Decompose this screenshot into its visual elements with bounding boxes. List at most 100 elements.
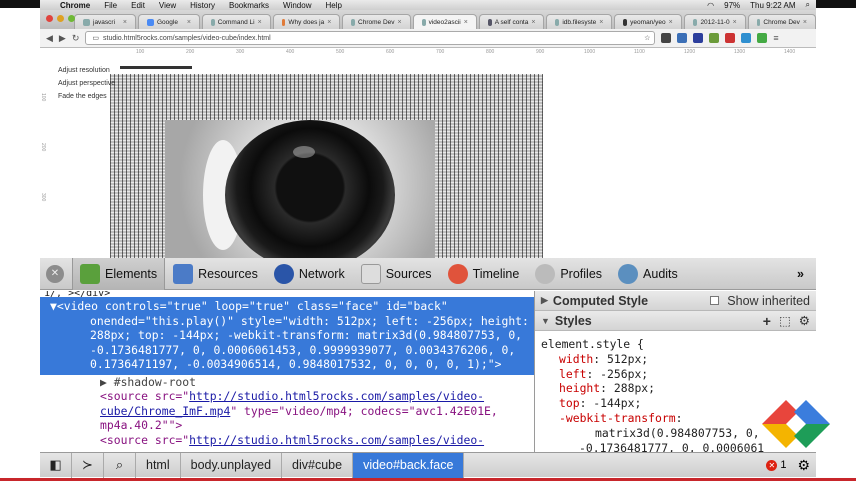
- video-back-face[interactable]: [165, 120, 435, 258]
- menu-bookmarks[interactable]: Bookmarks: [229, 1, 269, 10]
- audits-icon: [618, 263, 639, 284]
- tab-network[interactable]: Network: [266, 258, 353, 290]
- bookmark-star-icon[interactable]: ☆: [644, 34, 650, 42]
- tab-label: Chrome Dev: [763, 18, 800, 26]
- tab-label: video2ascii: [428, 18, 461, 26]
- browser-tab[interactable]: Why does ja ×: [272, 14, 341, 29]
- network-icon: [273, 263, 294, 284]
- breadcrumb-div-cube[interactable]: div#cube: [282, 452, 354, 478]
- extension-icon[interactable]: [693, 33, 704, 43]
- minimize-window-icon[interactable]: [57, 15, 64, 22]
- close-tab-icon[interactable]: ×: [464, 19, 468, 26]
- close-window-icon[interactable]: [46, 15, 53, 22]
- menu-icon[interactable]: ≡: [773, 33, 778, 43]
- browser-tab[interactable]: 2012-11-0 ×: [683, 14, 746, 29]
- breadcrumb-body[interactable]: body.unplayed: [181, 452, 283, 478]
- breadcrumb-video[interactable]: video#back.face: [353, 452, 465, 478]
- control-resolution-label: Adjust resolution: [58, 67, 110, 74]
- address-bar[interactable]: ▭ studio.html5rocks.com/samples/video-cu…: [85, 31, 656, 45]
- extension-icon[interactable]: [677, 33, 688, 43]
- browser-tab[interactable]: Command Li ×: [202, 14, 271, 29]
- dock-toggle-icon[interactable]: ◧: [40, 452, 72, 478]
- tab-sources[interactable]: Sources: [353, 258, 440, 290]
- dom-node-source[interactable]: <source src="http://studio.html5rocks.co…: [40, 389, 534, 433]
- close-tab-icon[interactable]: ×: [258, 19, 262, 26]
- browser-tab[interactable]: javascri ×: [74, 14, 136, 29]
- style-property[interactable]: width: 512px;: [541, 352, 816, 367]
- dom-node-selected[interactable]: ▼<video controls="true" loop="true" clas…: [40, 297, 534, 375]
- tab-profiles[interactable]: Profiles: [527, 258, 610, 290]
- inspect-search-icon[interactable]: ⌕: [104, 452, 136, 478]
- dom-shadow-root[interactable]: ▶ #shadow-root: [40, 375, 534, 390]
- menu-window[interactable]: Window: [283, 1, 311, 10]
- browser-tab[interactable]: idb.filesyste ×: [546, 14, 613, 29]
- menu-edit[interactable]: Edit: [131, 1, 145, 10]
- spotlight-icon[interactable]: ⌕: [806, 0, 810, 10]
- computed-style-header[interactable]: ▶ Computed Style Show inherited: [535, 291, 816, 311]
- property-value[interactable]: -144px;: [593, 396, 641, 410]
- close-tab-icon[interactable]: ×: [669, 19, 673, 26]
- menu-history[interactable]: History: [190, 1, 215, 10]
- back-icon[interactable]: ◀: [46, 33, 53, 44]
- dom-node-source[interactable]: <source src="http://studio.html5rocks.co…: [40, 433, 534, 448]
- tab-resources[interactable]: Resources: [165, 258, 266, 290]
- close-tab-icon[interactable]: ×: [123, 19, 127, 26]
- menu-file[interactable]: File: [104, 1, 117, 10]
- settings-gear-icon[interactable]: ⚙: [799, 313, 810, 328]
- breadcrumb-html[interactable]: html: [136, 452, 181, 478]
- wifi-icon[interactable]: ◠: [707, 1, 714, 10]
- reload-icon[interactable]: ↻: [72, 33, 80, 44]
- browser-tab-active[interactable]: video2ascii ×: [412, 14, 477, 29]
- show-inherited-label: Show inherited: [727, 293, 810, 308]
- source-url-link[interactable]: http://studio.html5rocks.com/samples/vid…: [189, 433, 484, 447]
- close-tab-icon[interactable]: ×: [599, 19, 603, 26]
- expand-icon[interactable]: ▶: [541, 295, 548, 306]
- extension-icon[interactable]: [757, 33, 768, 43]
- console-toggle-icon[interactable]: ≻: [72, 452, 104, 478]
- clock[interactable]: Thu 9:22 AM: [750, 1, 795, 10]
- property-name: height: [559, 381, 601, 396]
- ascii-video-cube[interactable]: [110, 74, 543, 258]
- browser-tab[interactable]: A self conta ×: [478, 14, 545, 29]
- tab-elements[interactable]: Elements: [72, 257, 166, 290]
- show-inherited-toggle[interactable]: Show inherited: [710, 294, 810, 308]
- extension-icon[interactable]: [709, 33, 720, 43]
- add-rule-icon[interactable]: +: [763, 313, 771, 329]
- close-tab-icon[interactable]: ×: [327, 19, 331, 26]
- close-tab-icon[interactable]: ×: [803, 19, 807, 26]
- close-tab-icon[interactable]: ×: [398, 19, 402, 26]
- tab-audits[interactable]: Audits: [610, 258, 686, 290]
- extension-icon[interactable]: [741, 33, 752, 43]
- close-tab-icon[interactable]: ×: [531, 19, 535, 26]
- favicon-icon: [211, 18, 215, 26]
- tab-timeline[interactable]: Timeline: [440, 258, 528, 290]
- zoom-window-icon[interactable]: [68, 15, 75, 22]
- menu-view[interactable]: View: [159, 1, 176, 10]
- screen-frame: Chrome File Edit View History Bookmarks …: [0, 0, 856, 481]
- battery-level[interactable]: 97%: [724, 1, 740, 10]
- resolution-slider[interactable]: [120, 66, 192, 69]
- show-inherited-checkbox[interactable]: [710, 296, 720, 305]
- close-tab-icon[interactable]: ×: [187, 19, 191, 26]
- menubar-app-name[interactable]: Chrome: [60, 1, 90, 10]
- browser-tab[interactable]: Chrome Dev ×: [342, 14, 411, 29]
- collapse-icon[interactable]: ▼: [541, 316, 550, 326]
- extension-icon[interactable]: [661, 33, 672, 43]
- element-state-icon[interactable]: ⬚: [779, 313, 791, 328]
- styles-header[interactable]: ▼ Styles + ⬚ ⚙: [535, 311, 816, 331]
- browser-tab[interactable]: Chrome Dev ×: [747, 14, 816, 29]
- forward-icon[interactable]: ▶: [59, 33, 66, 44]
- browser-tab[interactable]: yeoman/yeo ×: [614, 14, 682, 29]
- extension-icon[interactable]: [725, 33, 736, 43]
- browser-tabstrip: javascri × Google × Command Li × Why does j…: [40, 10, 816, 29]
- property-value[interactable]: 288px;: [614, 381, 655, 395]
- close-tab-icon[interactable]: ×: [733, 19, 737, 26]
- browser-tab[interactable]: Google ×: [138, 14, 200, 29]
- property-value[interactable]: 512px;: [607, 352, 648, 366]
- close-devtools-icon[interactable]: ✕: [46, 264, 64, 283]
- more-tabs-button[interactable]: »: [797, 267, 804, 281]
- style-selector[interactable]: element.style {: [541, 337, 816, 352]
- elements-icon: [80, 263, 100, 284]
- menu-help[interactable]: Help: [325, 1, 341, 10]
- property-value[interactable]: -256px;: [600, 367, 648, 381]
